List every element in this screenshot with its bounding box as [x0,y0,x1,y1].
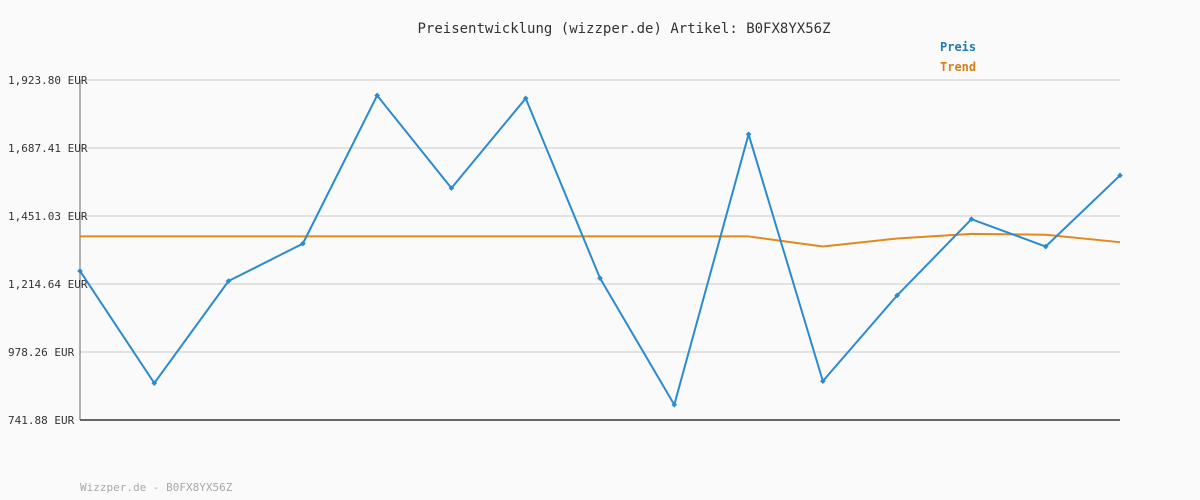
chart-title: Preisentwicklung (wizzper.de) Artikel: B… [417,21,830,37]
price-chart: Preisentwicklung (wizzper.de) Artikel: B… [0,0,1200,500]
y-tick-label: 1,451.03 EUR [8,210,88,223]
chart-background [0,0,1200,500]
y-tick-label: 978.26 EUR [8,346,75,359]
y-tick-label: 741.88 EUR [8,414,75,427]
legend-trend: Trend [940,60,976,74]
legend-preis: Preis [940,40,976,54]
footer-watermark: Wizzper.de - B0FX8YX56Z [80,481,233,494]
y-tick-label: 1,687.41 EUR [8,142,88,155]
y-tick-label: 1,923.80 EUR [8,74,88,87]
y-tick-label: 1,214.64 EUR [8,278,88,291]
